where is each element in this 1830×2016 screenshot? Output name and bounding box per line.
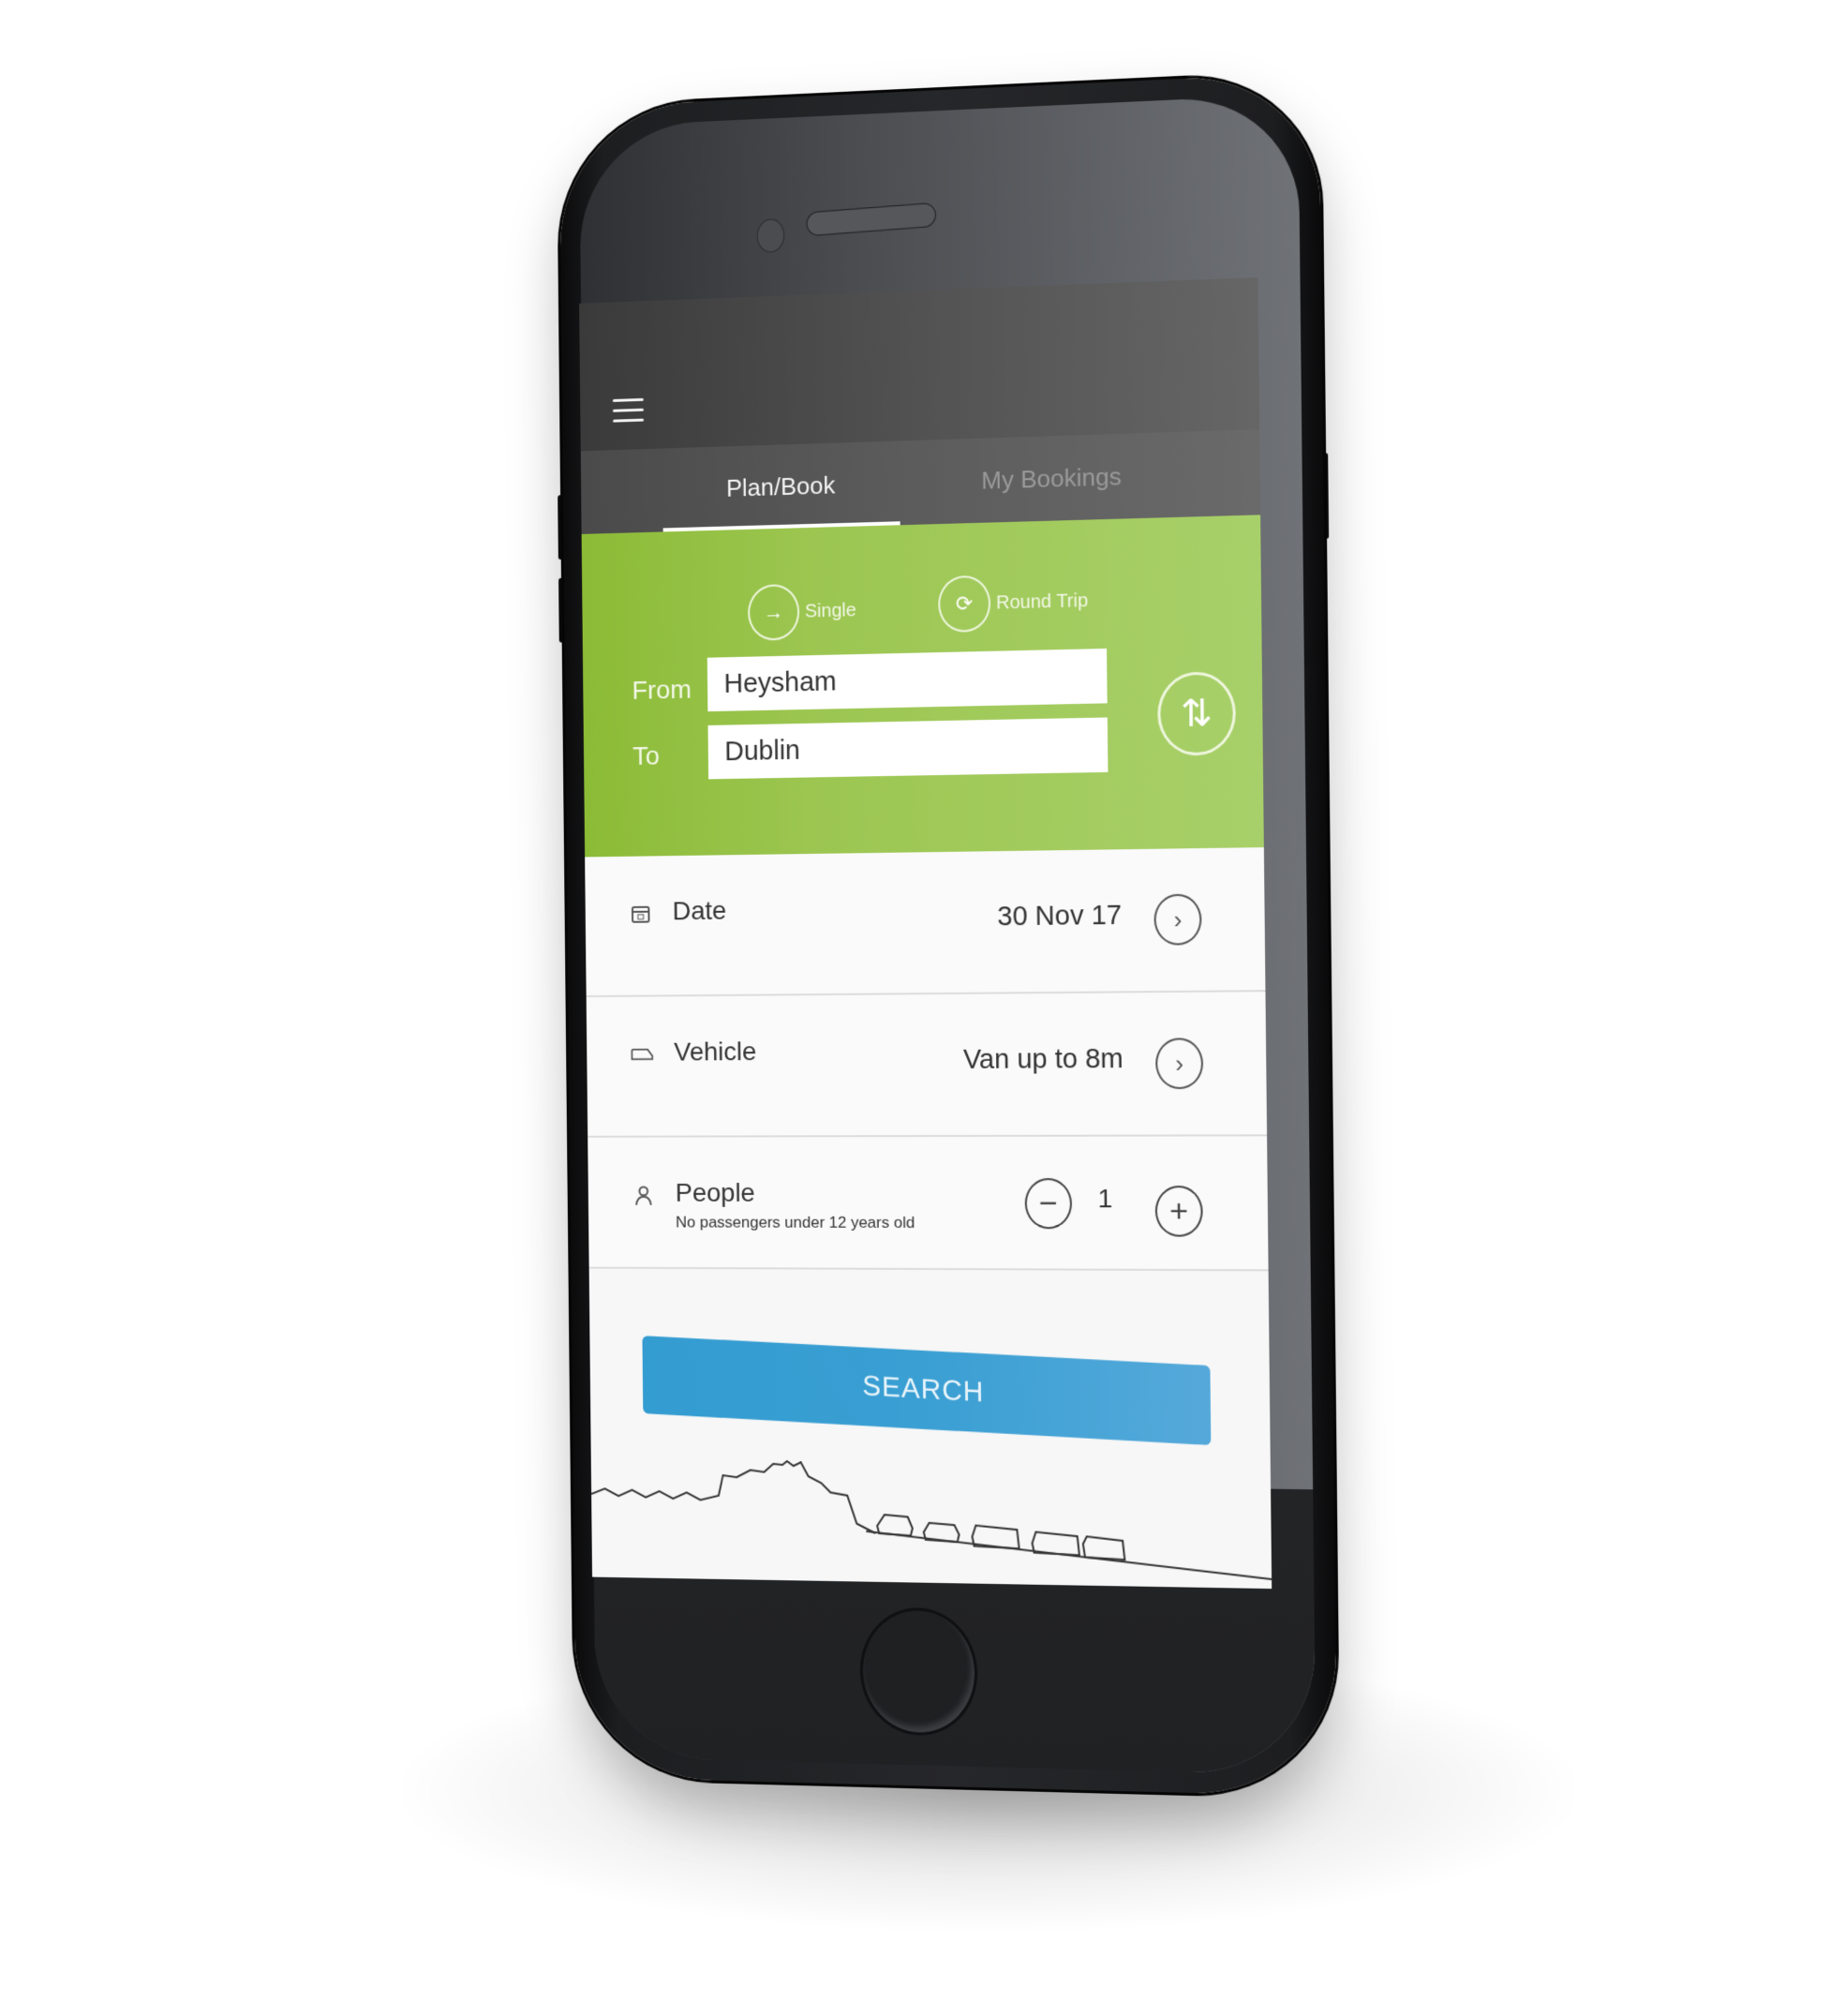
- power-button: [1323, 453, 1330, 539]
- vehicle-value: Van up to 8m: [962, 1043, 1123, 1075]
- road-line: [866, 1531, 1272, 1579]
- tab-my-bookings[interactable]: My Bookings: [930, 432, 1175, 524]
- trip-option-round-trip[interactable]: ⟳ Round Trip: [937, 573, 1089, 634]
- people-label: People: [675, 1178, 755, 1207]
- vehicle-label: Vehicle: [674, 1037, 757, 1067]
- arrow-right-icon: →: [747, 583, 800, 641]
- people-count: 1: [1097, 1184, 1113, 1214]
- increase-people-button[interactable]: +: [1154, 1186, 1203, 1237]
- chevron-right-icon[interactable]: ›: [1153, 893, 1202, 946]
- app-screen: Plan/Book My Bookings → Single ⟳ Round T…: [579, 276, 1272, 1590]
- decrease-people-button[interactable]: −: [1024, 1177, 1073, 1230]
- waves-line: [591, 1458, 876, 1532]
- hamburger-menu-icon[interactable]: [612, 396, 646, 426]
- vehicle-queue: [866, 1515, 1272, 1579]
- trip-option-single[interactable]: → Single: [747, 582, 856, 641]
- ferry-illustration: [591, 1457, 1272, 1590]
- people-row: People No passengers under 12 years old …: [588, 1136, 1269, 1272]
- trip-option-label: Round Trip: [995, 590, 1089, 614]
- vehicle-row[interactable]: Vehicle Van up to 8m ›: [586, 992, 1268, 1138]
- phone-body: Plan/Book My Bookings → Single ⟳ Round T…: [558, 71, 1338, 1798]
- round-trip-icon: ⟳: [937, 575, 991, 634]
- date-row[interactable]: Date 30 Nov 17 ›: [585, 847, 1266, 998]
- calendar-icon: [629, 903, 652, 927]
- person-icon: [632, 1184, 655, 1208]
- to-label: To: [632, 740, 661, 770]
- tab-plan-book[interactable]: Plan/Book: [662, 441, 900, 531]
- swap-route-button[interactable]: ⇅: [1156, 671, 1237, 756]
- phone-mockup: Plan/Book My Bookings → Single ⟳ Round T…: [558, 71, 1338, 1798]
- date-value: 30 Nov 17: [997, 900, 1123, 933]
- search-button[interactable]: SEARCH: [642, 1336, 1212, 1446]
- from-input[interactable]: [707, 648, 1108, 712]
- van-icon: [631, 1043, 654, 1068]
- app-header: [579, 276, 1260, 452]
- date-label: Date: [672, 895, 727, 926]
- route-panel: → Single ⟳ Round Trip From To ⇅: [581, 515, 1264, 858]
- truck-outline: [1083, 1536, 1125, 1560]
- from-label: From: [632, 674, 692, 705]
- trip-option-label: Single: [804, 599, 856, 622]
- chevron-right-icon[interactable]: ›: [1154, 1038, 1204, 1090]
- to-input[interactable]: [707, 717, 1108, 780]
- people-note: No passengers under 12 years old: [675, 1213, 915, 1232]
- swap-vertical-icon: ⇅: [1180, 692, 1213, 736]
